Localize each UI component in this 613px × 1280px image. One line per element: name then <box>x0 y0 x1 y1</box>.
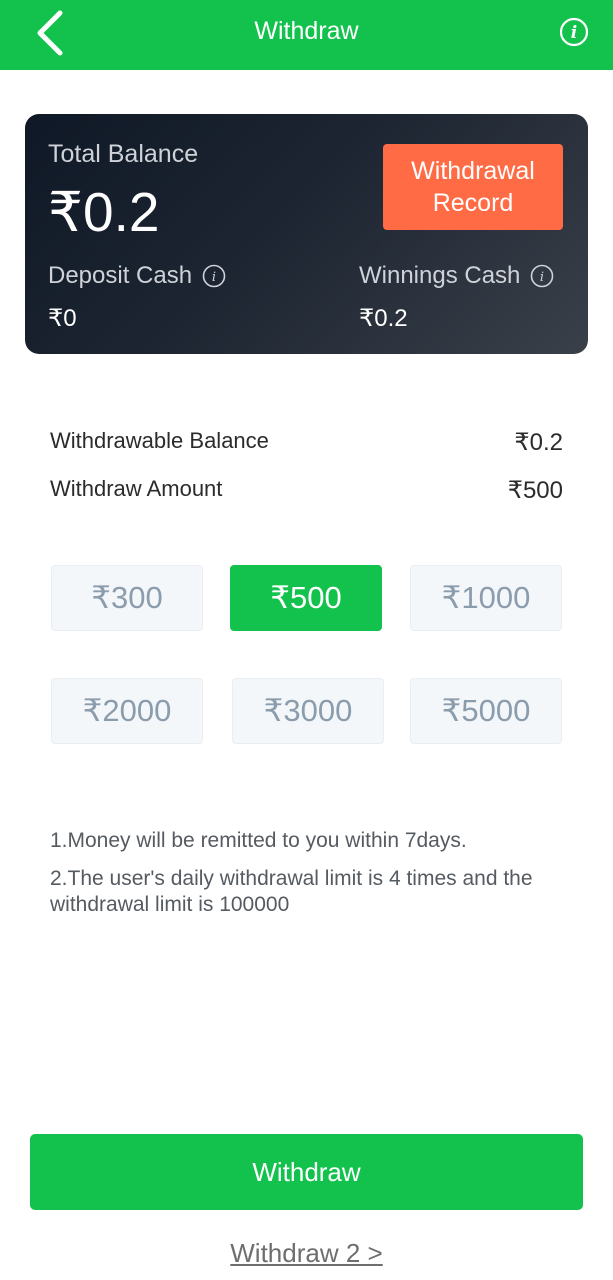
amount-option-3000[interactable]: ₹3000 <box>232 678 384 744</box>
withdraw-notes: 1.Money will be remitted to you within 7… <box>50 828 570 930</box>
amount-option-300[interactable]: ₹300 <box>51 565 203 631</box>
withdrawal-record-button[interactable]: Withdrawal Record <box>383 144 563 230</box>
svg-text:i: i <box>212 270 216 285</box>
withdraw-amount-row: Withdraw Amount ₹500 <box>50 476 563 504</box>
note-item: 2.The user's daily withdrawal limit is 4… <box>50 867 533 916</box>
svg-text:i: i <box>571 23 577 43</box>
amount-option-5000[interactable]: ₹5000 <box>410 678 562 744</box>
amount-option-2000[interactable]: ₹2000 <box>51 678 203 744</box>
page-title: Withdraw <box>254 17 359 45</box>
total-balance-value: ₹0.2 <box>48 181 160 243</box>
withdraw-amount-value: ₹500 <box>507 477 563 504</box>
balance-card: Total Balance ₹0.2 Withdrawal Record Dep… <box>25 114 588 354</box>
amount-option-500[interactable]: ₹500 <box>230 565 382 631</box>
withdrawable-balance-row: Withdrawable Balance ₹0.2 <box>50 428 563 456</box>
winnings-cash-label: Winnings Cash <box>359 262 521 289</box>
winnings-cash-label-group: Winnings Cash i <box>359 262 554 290</box>
withdraw-2-link[interactable]: Withdraw 2 > <box>0 1238 613 1269</box>
info-icon[interactable]: i <box>202 264 226 288</box>
info-icon[interactable]: i <box>559 17 589 47</box>
deposit-cash-label-group: Deposit Cash i <box>48 262 226 290</box>
total-balance-label: Total Balance <box>48 140 199 168</box>
withdrawable-balance-value: ₹0.2 <box>514 429 563 456</box>
info-icon[interactable]: i <box>530 264 554 288</box>
top-bar: Withdraw i <box>0 0 613 70</box>
amount-option-1000[interactable]: ₹1000 <box>410 565 562 631</box>
winnings-cash-value: ₹0.2 <box>359 305 408 332</box>
withdraw-amount-label: Withdraw Amount <box>50 476 223 501</box>
deposit-cash-label: Deposit Cash <box>48 262 193 289</box>
withdraw-button[interactable]: Withdraw <box>30 1134 583 1210</box>
deposit-cash-value: ₹0 <box>48 305 77 332</box>
withdrawable-balance-label: Withdrawable Balance <box>50 428 269 453</box>
svg-text:i: i <box>540 270 544 285</box>
note-item: 1.Money will be remitted to you within 7… <box>50 829 467 852</box>
